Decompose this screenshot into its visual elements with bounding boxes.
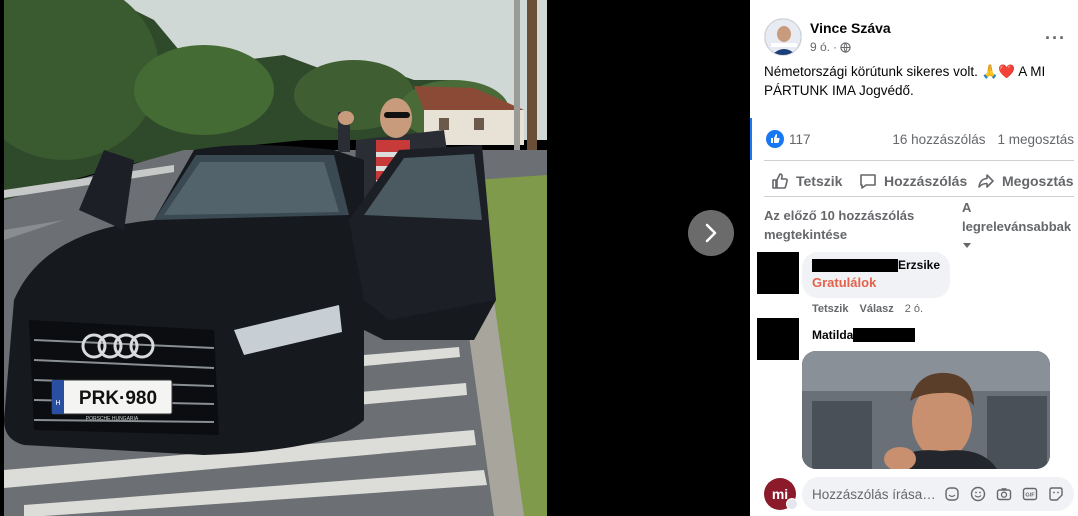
comment-gif[interactable] [802,351,1050,469]
reaction-count: 117 [789,131,811,147]
post-time[interactable]: 9 ó. [810,40,830,54]
share-button[interactable]: Megosztás [976,168,1078,194]
license-plate-text: PRK·980 [79,388,157,409]
post-counts: 16 hozzászólás 1 megosztás [892,132,1074,147]
photo-viewer: H PRK·980 PORSCHE HUNGARIA [0,0,750,516]
thumbs-up-icon [772,173,788,189]
comment-sort-dropdown[interactable]: A legrelevánsabbak [962,198,1078,255]
commenter-avatar[interactable] [757,318,799,360]
redaction-bar [853,328,916,342]
post-header: Vince Száva 9 ó. · ··· [764,16,1074,58]
post-side-panel: Vince Száva 9 ó. · ··· Németországi körú… [750,0,1078,516]
gif-icon[interactable]: GIF [1022,486,1038,502]
chevron-right-icon [705,223,717,243]
comment-reply-link[interactable]: Válasz [859,303,893,315]
avatar-dropdown-badge[interactable] [786,498,798,510]
comment-input[interactable] [812,477,938,511]
commenter-name-visible: Erzsike [897,258,940,272]
photo-car-scene: H PRK·980 PORSCHE HUNGARIA [4,0,547,516]
redaction-bar [812,258,898,272]
emoji-icon[interactable] [970,486,986,502]
photo-viewer-page: H PRK·980 PORSCHE HUNGARIA Vince Száva 9… [0,0,1078,516]
globe-icon [840,41,851,53]
next-photo-button[interactable] [688,210,734,256]
focus-accent-bar [750,118,752,160]
comment-composer: mi GIF [764,474,1078,514]
comment-button[interactable]: Hozzászólás [858,168,976,194]
post-options-button[interactable]: ··· [1045,28,1066,49]
reaction-count-link[interactable]: 117 [766,130,811,148]
view-previous-comments-link[interactable]: Az előző 10 hozzászólás megtekintése [764,206,954,244]
dealer-plate-text: PORSCHE HUNGARIA [86,416,139,422]
comment-sort-label: A legrelevánsabbak [962,200,1072,234]
post-actions: Tetszik Hozzászólás Megosztás [764,168,1078,194]
comment-like-link[interactable]: Tetszik [812,303,848,315]
comment-button-label: Hozzászólás [884,173,968,189]
comment-actions: Tetszik Válasz 2 ó. [812,303,923,315]
comment-bubble: Erzsike Gratulálok [802,252,950,298]
divider [764,160,1074,161]
commenter-name[interactable]: Matilda [812,328,916,342]
sticker-icon[interactable] [944,486,960,502]
comment-time[interactable]: 2 ó. [905,303,923,315]
comment-text: Gratulálok [812,275,877,290]
share-button-label: Megosztás [1002,173,1074,189]
commenter-name-visible: Matilda [812,328,854,342]
post-text: Németországi körútunk sikeres volt. 🙏❤️ … [764,64,1046,98]
share-count-link[interactable]: 1 megosztás [997,132,1074,147]
reactions-summary: 117 16 hozzászólás 1 megosztás [764,130,1074,150]
comment-box: GIF [802,477,1074,511]
like-button-label: Tetszik [796,173,843,189]
author-avatar[interactable] [764,18,802,56]
sticker-face-icon[interactable] [1048,486,1064,502]
commenter-name[interactable]: Erzsike [812,258,940,272]
comments-header: Az előző 10 hozzászólás megtekintése A l… [764,198,1074,248]
like-button[interactable]: Tetszik [764,168,858,194]
comment-count-link[interactable]: 16 hozzászólás [892,132,985,147]
meta-separator: · [833,40,838,54]
commenter-avatar[interactable] [757,252,799,294]
divider [764,196,1074,197]
share-arrow-icon [978,174,994,188]
post-photo[interactable]: H PRK·980 PORSCHE HUNGARIA [4,0,547,516]
camera-icon[interactable] [996,486,1012,502]
caret-down-icon [963,243,971,248]
like-reaction-icon [766,130,784,148]
plate-country-code: H [55,400,60,407]
gif-image [802,351,1050,469]
post-meta: 9 ó. · [810,40,851,54]
speech-bubble-icon [860,174,876,189]
author-name[interactable]: Vince Száva [810,20,891,36]
svg-text:GIF: GIF [1025,493,1035,499]
